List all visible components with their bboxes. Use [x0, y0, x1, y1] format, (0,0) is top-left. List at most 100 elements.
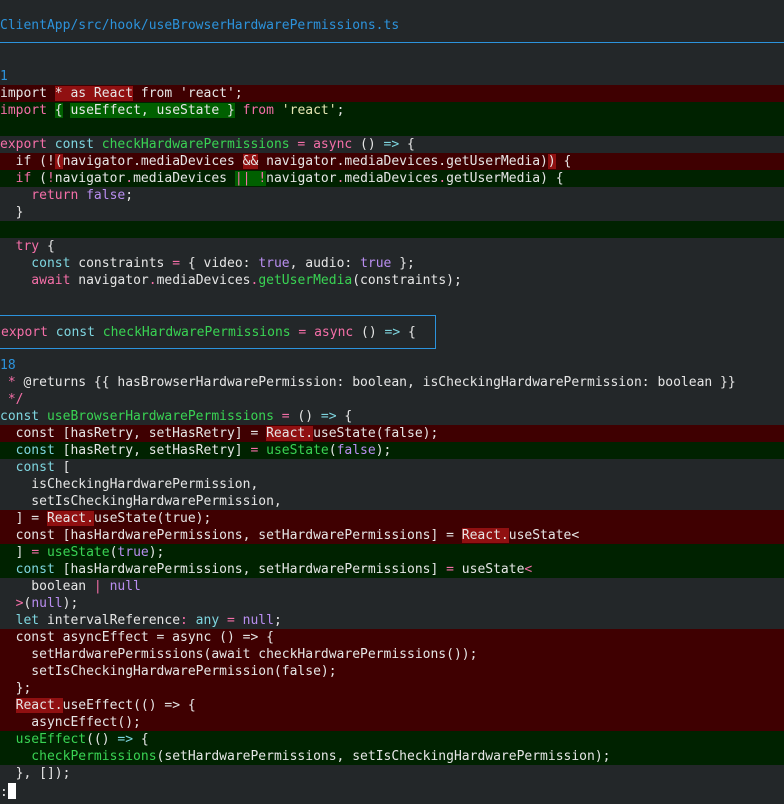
code-token: export [0, 137, 47, 152]
code-token: false [336, 443, 376, 458]
code-token: useBrowserHardwarePermissions [39, 409, 274, 424]
code-token: from [234, 103, 274, 118]
removed-token: React. [46, 511, 94, 526]
code-token: async [306, 325, 354, 340]
pager-prompt[interactable]: : [0, 783, 16, 800]
code-token: useState(true); [93, 511, 212, 526]
removed-token: ( [54, 154, 63, 169]
added-token: { [54, 103, 63, 118]
code-token: navigator.mediaDevices.getUserMedia) [258, 154, 548, 169]
code-token: navigator [70, 273, 149, 288]
code-token: const [0, 562, 55, 577]
code-token: if [0, 171, 32, 186]
code-token: ); [62, 596, 79, 611]
added-token: useEffect, useState } [70, 103, 235, 118]
code-token: useState [258, 443, 329, 458]
context-line: return false; [0, 187, 784, 204]
hunk-line-number: 1 [0, 69, 8, 84]
context-line: }, []); [0, 765, 784, 782]
removed-token: React. [461, 528, 509, 543]
code-token: ); [148, 545, 165, 560]
removed-token: React. [15, 698, 63, 713]
code-token: => [384, 325, 401, 340]
code-token: true [360, 256, 392, 271]
code-token: getUserMedia) { [446, 171, 564, 186]
code-token: checkHardwarePermissions [93, 137, 290, 152]
code-token: const [0, 460, 55, 475]
removed-line: }; [0, 680, 784, 697]
code-token: checkHardwarePermissions [94, 325, 291, 340]
code-token: null [101, 579, 141, 594]
code-token: export [1, 325, 48, 340]
code-token: from 'react'; [133, 86, 243, 101]
code-token: const [hasRetry, setHasRetry] = [0, 426, 267, 441]
removed-token: ) [547, 154, 556, 169]
code-token: ( [31, 171, 47, 186]
code-token: setIsCheckingHardwarePermission, [0, 494, 282, 509]
code-token: = [172, 256, 181, 271]
code-token: let [0, 613, 40, 628]
code-token: useEffect [0, 732, 87, 747]
file-path-header[interactable]: ClientApp/src/hook/useBrowserHardwarePer… [0, 17, 399, 34]
code-token: . [148, 273, 157, 288]
code-token: useState(false); [313, 426, 439, 441]
added-line: useEffect(() => { [0, 731, 784, 748]
removed-line: asyncEffect(); [0, 714, 784, 731]
header-divider [0, 42, 784, 43]
context-line: let intervalReference: any = null; [0, 612, 784, 629]
code-token: (() [86, 732, 118, 747]
removed-token: React. [266, 426, 314, 441]
code-token: ; [336, 103, 345, 118]
code-token: [hasRetry, setHasRetry] [54, 443, 251, 458]
code-token: }; [391, 256, 415, 271]
code-token: ] = [0, 511, 47, 526]
code-token: , audio: [289, 256, 361, 271]
code-token: checkPermissions [0, 749, 157, 764]
code-token: await [0, 273, 71, 288]
code-token: }; [0, 681, 32, 696]
code-token: null [31, 596, 63, 611]
prompt-colon: : [0, 785, 8, 800]
code-token: true [258, 256, 290, 271]
added-token: ! [258, 171, 267, 186]
code-token: try [0, 239, 40, 254]
text-cursor[interactable] [7, 783, 16, 799]
code-token: mediaDevices [156, 273, 251, 288]
code-token: */ [0, 392, 24, 407]
code-token: navigator [54, 171, 126, 186]
added-line: const [hasRetry, setHasRetry] = useState… [0, 442, 784, 459]
code-token: const [47, 325, 95, 340]
code-token: { video: [180, 256, 259, 271]
code-token: ! [46, 171, 55, 186]
code-token: getUserMedia [258, 273, 353, 288]
diff-hunk-1: 1 import * as React from 'react'; import {… [0, 68, 784, 289]
code-token: * [0, 375, 16, 390]
context-line: try { [0, 238, 784, 255]
added-line [0, 119, 784, 136]
code-token: useState [453, 562, 525, 577]
context-line: * @returns {{ hasBrowserHardwarePermissi… [0, 374, 784, 391]
code-token: intervalReference [39, 613, 181, 628]
removed-line: setHardwarePermissions(await checkHardwa… [0, 646, 784, 663]
code-token: { [39, 239, 55, 254]
code-token: setHardwarePermissions(await checkHardwa… [0, 647, 478, 662]
code-token: (constraints); [352, 273, 462, 288]
code-token: ); [375, 443, 392, 458]
context-line: setIsCheckingHardwarePermission, [0, 493, 784, 510]
code-token: async [305, 137, 353, 152]
code-token: }, []); [0, 766, 71, 781]
code-token: const [0, 409, 40, 424]
code-token: () [353, 325, 385, 340]
code-token: = [289, 137, 306, 152]
code-token: navigator [266, 171, 337, 186]
context-line: await navigator.mediaDevices.getUserMedi… [0, 272, 784, 289]
added-line [0, 221, 784, 238]
context-line: const useBrowserHardwarePermissions = ()… [0, 408, 784, 425]
code-token: any [187, 613, 220, 628]
code-token: () [289, 409, 321, 424]
code-token: import [0, 103, 47, 118]
code-token: mediaDevices [133, 171, 235, 186]
code-token: = [446, 562, 454, 577]
code-token: => [320, 409, 337, 424]
